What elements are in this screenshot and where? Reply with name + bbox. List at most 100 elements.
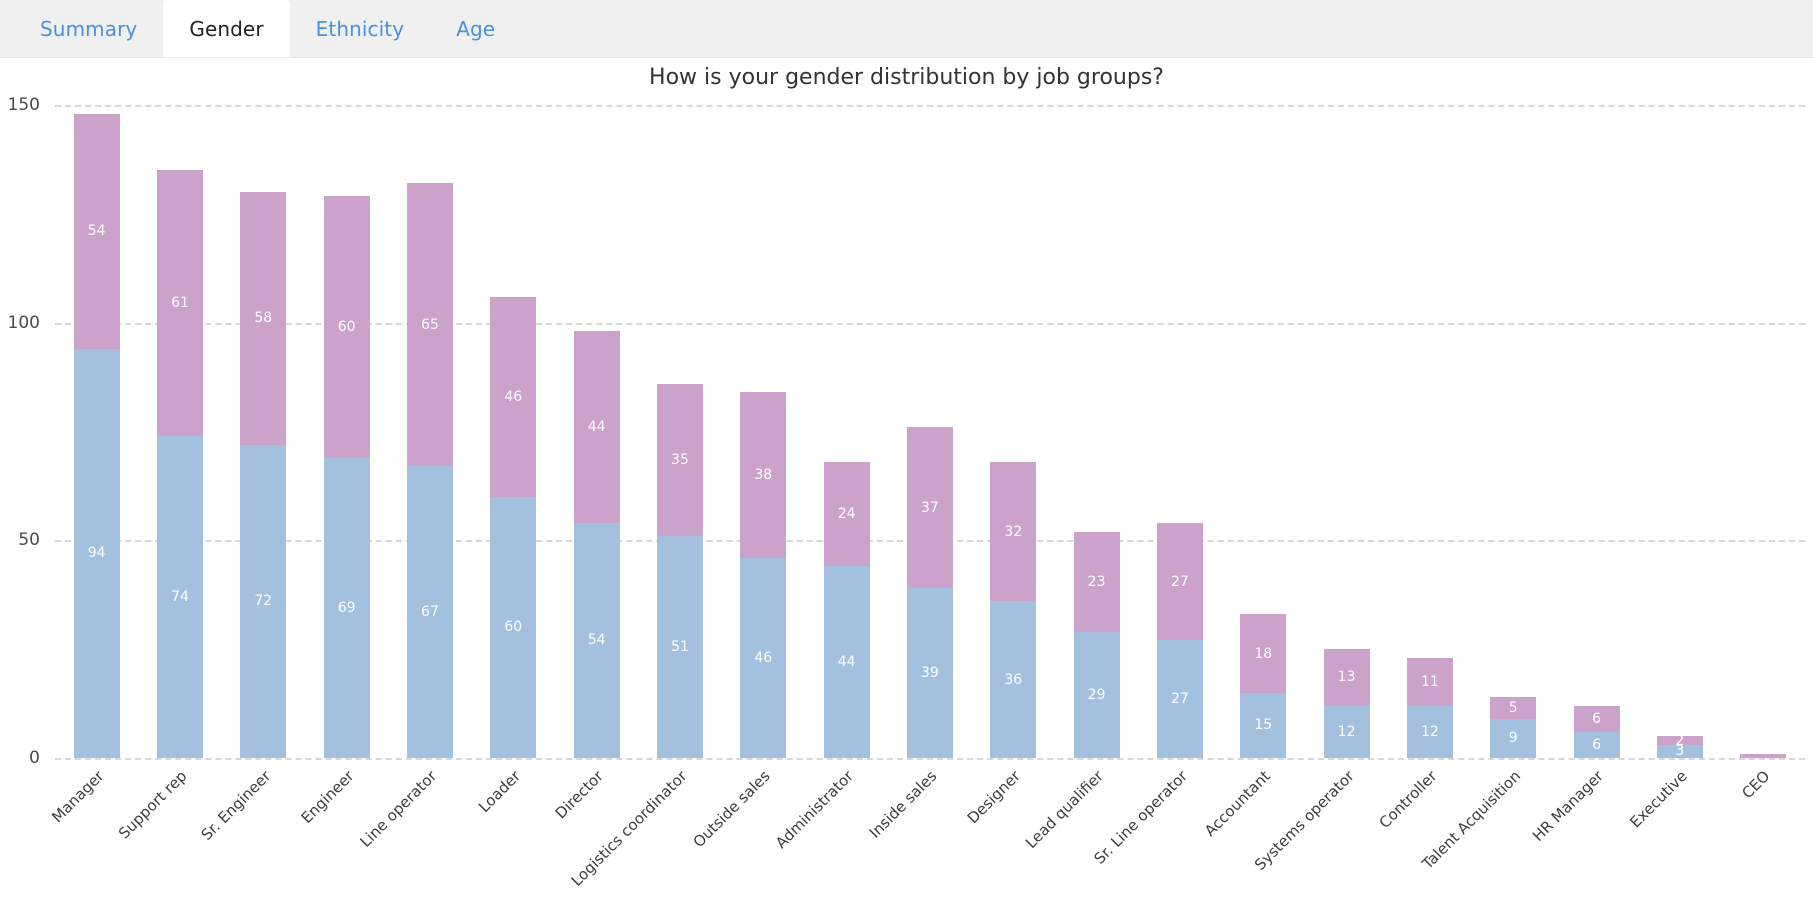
bar-column[interactable]: 24 44 — [805, 105, 888, 758]
bar-value-label-male: 39 — [921, 665, 939, 682]
bar-segment-female[interactable]: 58 — [240, 192, 287, 445]
bar-value-label-female: 11 — [1420, 673, 1439, 690]
tab-bar: Summary Gender Ethnicity Age — [0, 0, 1813, 58]
x-axis-label-slot: Executive — [1626, 763, 1721, 898]
bar-segment-female[interactable]: 18 — [1240, 614, 1287, 693]
bar-column[interactable]: 32 36 — [972, 105, 1055, 758]
chart-container: How is your gender distribution by job g… — [0, 58, 1813, 898]
bar-column[interactable]: 60 69 — [305, 105, 388, 758]
bar-segment-female[interactable]: 61 — [156, 170, 203, 436]
bar-column[interactable]: 27 27 — [1138, 105, 1221, 758]
tab-gender[interactable]: Gender — [163, 0, 290, 57]
bar-column[interactable]: 54 94 — [55, 105, 138, 758]
bar-column[interactable]: 59 — [1472, 105, 1555, 758]
bar-segment-female[interactable] — [1740, 753, 1787, 758]
bar-column[interactable]: 11 12 — [1388, 105, 1471, 758]
bar-value-label-male: 12 — [1337, 723, 1356, 740]
bar-column[interactable]: 66 — [1555, 105, 1638, 758]
x-axis-label-slot: Loader — [472, 763, 555, 898]
tab-age[interactable]: Age — [430, 0, 521, 57]
bar-segment-male[interactable]: 51 — [656, 535, 703, 758]
bar-segment-female[interactable]: 13 — [1323, 649, 1370, 706]
bar-segment-male[interactable]: 46 — [740, 557, 787, 758]
bar-value-label-female: 23 — [1087, 573, 1106, 590]
bar-segment-female[interactable]: 5 — [1490, 697, 1537, 719]
bar-value-label-female: 18 — [1254, 645, 1273, 662]
bar-column[interactable]: 37 39 — [888, 105, 971, 758]
bar-segment-male[interactable]: 39 — [906, 588, 953, 758]
bar-column[interactable] — [1722, 105, 1805, 758]
bar-value-label-male: 54 — [587, 632, 606, 649]
bar-segment-male[interactable]: 94 — [73, 348, 120, 758]
bar-segment-male[interactable]: 9 — [1490, 718, 1537, 758]
bar-segment-male[interactable]: 6 — [1573, 731, 1620, 758]
bar-value-label-male: 44 — [837, 654, 856, 671]
x-axis-label-slot: HR Manager — [1529, 763, 1638, 898]
bar-segment-female[interactable]: 24 — [823, 462, 870, 567]
bar-segment-male[interactable]: 12 — [1406, 705, 1453, 758]
x-axis-tick-label: CEO — [1738, 767, 1774, 803]
bar-value-label-male: 67 — [421, 604, 439, 621]
bar-segment-female[interactable]: 6 — [1573, 705, 1620, 732]
bar-segment-female[interactable]: 46 — [490, 296, 537, 497]
bar-column[interactable]: 46 60 — [472, 105, 555, 758]
bar-value-label-female: 35 — [671, 451, 689, 468]
bar-segment-male[interactable]: 72 — [240, 444, 287, 758]
bar-value-label-female: 46 — [504, 388, 523, 405]
bar-segment-male[interactable]: 29 — [1073, 631, 1120, 758]
x-axis-tick-label: Director — [552, 767, 608, 823]
bar-segment-female[interactable]: 23 — [1073, 531, 1120, 632]
bar-column[interactable]: 61 74 — [138, 105, 221, 758]
bar-segment-male[interactable]: 12 — [1323, 705, 1370, 758]
bar-segment-female[interactable]: 44 — [573, 331, 620, 523]
bar-segment-female[interactable]: 60 — [323, 196, 370, 458]
bar-value-label-male: 27 — [1171, 691, 1189, 708]
bar-segment-male[interactable]: 67 — [406, 466, 453, 758]
bar-segment-female[interactable]: 11 — [1406, 657, 1453, 706]
bar-segment-male[interactable]: 15 — [1240, 692, 1287, 758]
bar-column[interactable]: 58 72 — [222, 105, 305, 758]
bar-value-label-female: 37 — [921, 499, 939, 516]
bar-segment-female[interactable]: 54 — [73, 113, 120, 349]
bar-segment-male[interactable]: 69 — [323, 457, 370, 758]
bar-segment-female[interactable]: 2 — [1656, 736, 1703, 745]
bar-column[interactable]: 65 67 — [388, 105, 471, 758]
bar-segment-male[interactable]: 44 — [823, 566, 870, 758]
x-axis-label-slot: Sr. Engineer — [197, 763, 305, 898]
bar-segment-female[interactable]: 38 — [740, 392, 787, 558]
bar-value-label-female: 61 — [171, 295, 189, 312]
bar-value-label-male: 15 — [1254, 717, 1273, 734]
x-axis-label-slot: Systems operator — [1251, 763, 1388, 898]
plot-area: 0 50 100 150 54 94 61 74 58 72 60 69 65 67 46 60 44 54 35… — [8, 95, 1805, 768]
bar-column[interactable]: 38 46 — [722, 105, 805, 758]
bar-segment-female[interactable]: 65 — [406, 183, 453, 467]
bar-value-label-female: 58 — [254, 310, 273, 327]
bar-column[interactable]: 18 15 — [1222, 105, 1305, 758]
bar-value-label-female: 6 — [1592, 710, 1602, 727]
bar-value-label-male: 6 — [1592, 736, 1602, 753]
bar-segment-male[interactable]: 54 — [573, 522, 620, 758]
bar-column[interactable]: 13 12 — [1305, 105, 1388, 758]
y-axis-tick-50: 50 — [18, 530, 40, 551]
tab-summary[interactable]: Summary — [14, 0, 163, 57]
bar-segment-female[interactable]: 32 — [990, 461, 1037, 602]
x-axis-tick-label: Engineer — [297, 767, 358, 827]
y-axis-tick-150: 150 — [7, 95, 40, 115]
bar-segment-male[interactable]: 36 — [990, 601, 1037, 758]
bar-segment-female[interactable]: 27 — [1156, 522, 1203, 641]
bar-segment-female[interactable]: 35 — [656, 383, 703, 536]
bar-segment-male[interactable]: 60 — [490, 496, 537, 758]
bar-value-label-male: 60 — [504, 619, 523, 636]
bar-value-label-female: 44 — [587, 419, 606, 436]
tab-ethnicity[interactable]: Ethnicity — [290, 0, 431, 57]
bar-column[interactable]: 23 — [1638, 105, 1721, 758]
bar-segment-male[interactable]: 3 — [1656, 744, 1703, 758]
bar-value-label-male: 69 — [337, 599, 356, 616]
bar-value-label-female: 2 — [1675, 736, 1685, 745]
bar-column[interactable]: 44 54 — [555, 105, 638, 758]
bar-column[interactable]: 35 51 — [638, 105, 721, 758]
bar-segment-male[interactable]: 27 — [1156, 640, 1203, 758]
bar-segment-male[interactable]: 74 — [156, 435, 203, 758]
bar-column[interactable]: 23 29 — [1055, 105, 1138, 758]
bar-segment-female[interactable]: 37 — [906, 427, 953, 589]
